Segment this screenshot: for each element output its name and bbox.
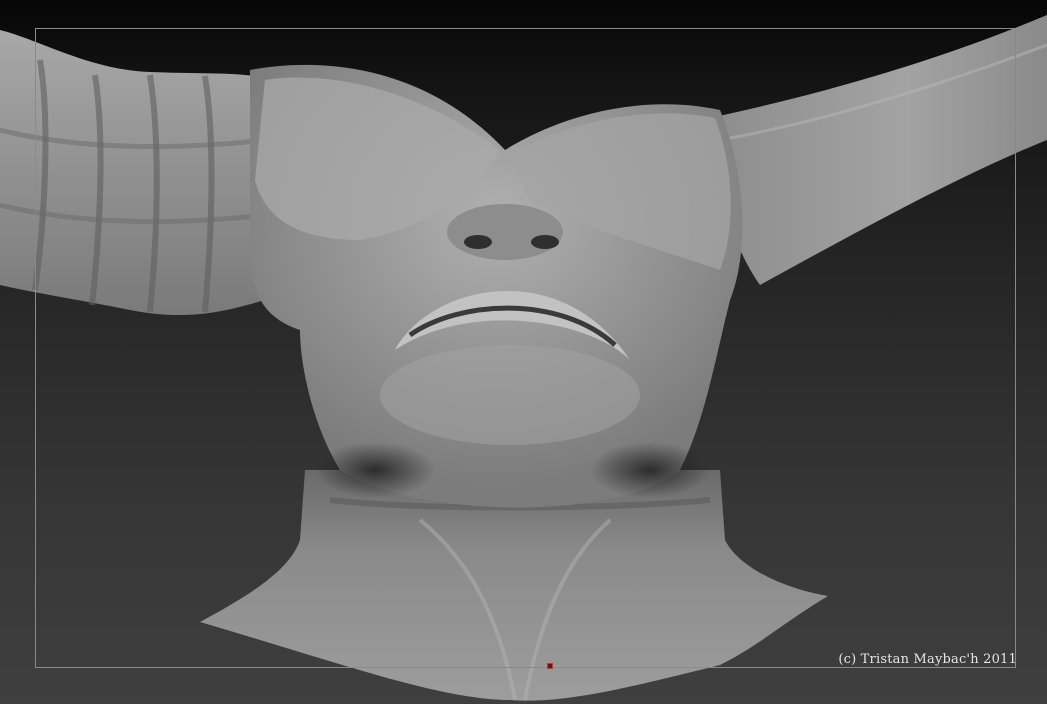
right-horn [700, 15, 1047, 285]
left-horn [0, 30, 266, 316]
head [250, 64, 743, 508]
sculpt-model-render[interactable] [0, 0, 1047, 704]
copyright-watermark: (c) Tristan Maybac'h 2011 [838, 652, 1017, 667]
pivot-marker-icon[interactable] [547, 663, 553, 669]
sculpt-viewport[interactable]: (c) Tristan Maybac'h 2011 [0, 0, 1047, 704]
